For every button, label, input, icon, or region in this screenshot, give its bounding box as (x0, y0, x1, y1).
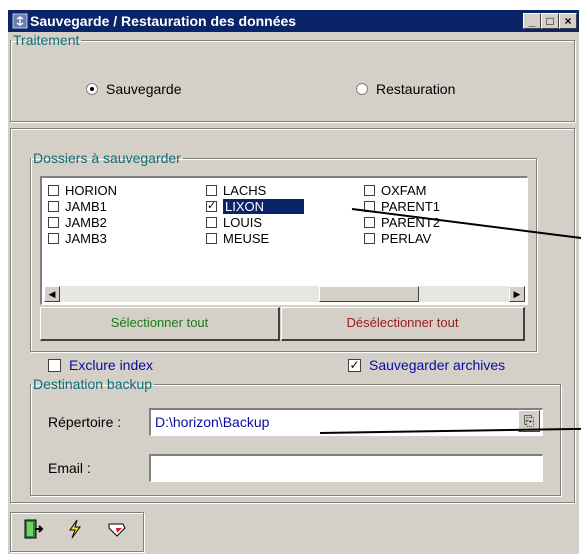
lightning-icon[interactable] (60, 518, 90, 548)
radio-sauvegarde-dot[interactable] (86, 83, 98, 95)
checkbox[interactable] (364, 232, 375, 244)
folder-item-meuse[interactable]: MEUSE (206, 230, 269, 246)
horizontal-scrollbar[interactable]: ◀ ▶ (44, 286, 525, 302)
checkbox[interactable] (206, 184, 217, 196)
eraser-icon[interactable] (102, 518, 132, 548)
app-icon (12, 13, 28, 29)
exclure-index-box[interactable] (48, 358, 61, 372)
checkbox[interactable] (206, 216, 217, 228)
scroll-thumb[interactable] (319, 286, 419, 302)
folder-item-jamb1[interactable]: JAMB1 (48, 198, 107, 214)
minimize-button[interactable]: _ (523, 13, 541, 29)
folder-label: JAMB2 (65, 214, 107, 230)
email-input[interactable] (149, 454, 543, 482)
exclure-index-checkbox[interactable]: Exclure index (48, 357, 153, 373)
window-title: Sauvegarde / Restauration des données (30, 13, 297, 29)
folder-item-perlav[interactable]: PERLAV (364, 230, 431, 246)
checkbox[interactable] (48, 232, 59, 244)
folder-label: LOUIS (223, 214, 263, 230)
close-button[interactable]: × (559, 13, 577, 29)
scroll-right-arrow-icon[interactable]: ▶ (509, 286, 525, 302)
folder-label: HORION (65, 182, 117, 198)
exclure-index-label: Exclure index (69, 357, 154, 373)
dossiers-legend: Dossiers à sauvegarder (33, 150, 181, 166)
folder-item-lixon[interactable]: ✓ LIXON (206, 198, 305, 214)
folder-label: JAMB3 (65, 230, 107, 246)
folder-item-lachs[interactable]: LACHS (206, 182, 266, 198)
scroll-left-arrow-icon[interactable]: ◀ (44, 286, 60, 302)
deselect-all-button[interactable]: Désélectionner tout (281, 307, 525, 341)
folder-item-jamb2[interactable]: JAMB2 (48, 214, 107, 230)
checkbox[interactable] (364, 184, 375, 196)
sauvegarder-archives-label: Sauvegarder archives (369, 357, 506, 373)
folder-label: PERLAV (381, 230, 432, 246)
checkbox-checked[interactable]: ✓ (206, 200, 217, 212)
folder-label: JAMB1 (65, 198, 107, 214)
sauvegarder-archives-checkbox[interactable]: ✓ Sauvegarder archives (348, 357, 505, 373)
title-bar[interactable]: Sauvegarde / Restauration des données _ … (8, 10, 579, 32)
traitement-group: Traitement (10, 32, 575, 122)
radio-sauvegarde-label: Sauvegarde (106, 81, 182, 97)
checkbox[interactable] (364, 216, 375, 228)
radio-restauration-dot[interactable] (356, 83, 368, 95)
radio-restauration[interactable]: Restauration (356, 81, 455, 97)
checkbox[interactable] (48, 184, 59, 196)
checkbox[interactable] (48, 216, 59, 228)
folders-listbox[interactable]: HORION JAMB1 JAMB2 JAMB3 LACHS ✓ LIXON L… (40, 176, 528, 305)
select-all-button[interactable]: Sélectionner tout (40, 307, 280, 341)
backup-restore-window: Sauvegarde / Restauration des données _ … (8, 10, 579, 554)
checkbox[interactable] (48, 200, 59, 212)
folder-label: LIXON (223, 198, 305, 214)
exit-door-icon[interactable] (18, 518, 48, 548)
destination-legend: Destination backup (33, 376, 153, 392)
repertoire-label: Répertoire : (48, 414, 122, 430)
folder-item-jamb3[interactable]: JAMB3 (48, 230, 107, 246)
folder-label: MEUSE (223, 230, 270, 246)
folder-item-horion[interactable]: HORION (48, 182, 117, 198)
checkbox[interactable] (206, 232, 217, 244)
maximize-button[interactable]: □ (541, 13, 559, 29)
folder-item-oxfam[interactable]: OXFAM (364, 182, 427, 198)
bottom-toolbar (8, 510, 579, 554)
sauvegarder-archives-box[interactable]: ✓ (348, 358, 361, 372)
folder-label: LACHS (223, 182, 267, 198)
radio-sauvegarde[interactable]: Sauvegarde (86, 81, 182, 97)
folder-label: OXFAM (381, 182, 427, 198)
folder-label: PARENT1 (381, 198, 440, 214)
radio-restauration-label: Restauration (376, 81, 456, 97)
traitement-legend: Traitement (13, 32, 80, 48)
folder-item-louis[interactable]: LOUIS (206, 214, 262, 230)
email-label: Email : (48, 460, 91, 476)
